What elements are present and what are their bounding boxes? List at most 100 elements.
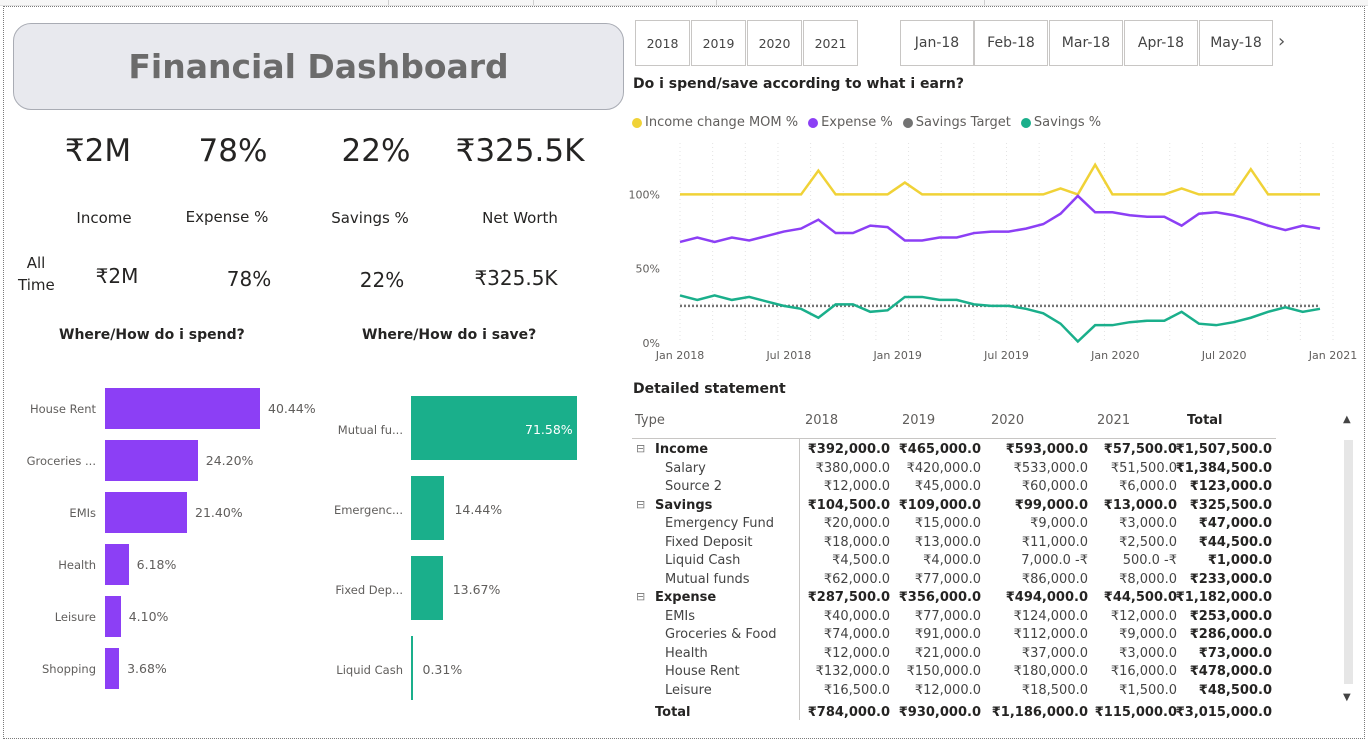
line-chart[interactable]: 0%50%100%Jan 2018 Jul 2018 Jan 2019 Jul 201… <box>620 135 1360 375</box>
cell-value: ₹112,000.0 <box>1013 627 1088 642</box>
column-header-total[interactable]: Total <box>1187 413 1223 428</box>
table-row[interactable]: ⊟ Expense ₹287,500.0 ₹356,000.0 ₹494,000.0 ₹4… <box>632 590 1277 608</box>
chevron-right-icon[interactable]: › <box>1278 31 1285 52</box>
save-bar[interactable] <box>411 476 445 540</box>
cell-value: ₹62,000.0 <box>823 571 890 587</box>
total-value: ₹784,000.0 <box>807 705 890 720</box>
total-value: ₹115,000.0 <box>1094 705 1177 720</box>
row-label: Leisure <box>665 682 712 698</box>
save-bar-value: 0.31% <box>422 662 463 677</box>
spend-bar-chart[interactable]: House Rent 40.44% Groceries ... 24.20% EMIs 2… <box>0 380 330 700</box>
cell-value: ₹12,000.0 <box>823 479 890 494</box>
spend-bar[interactable] <box>105 440 198 481</box>
cell-value: ₹86,000.0 <box>1021 571 1088 587</box>
cell-value: ₹123,000.0 <box>1189 479 1272 494</box>
cell-value: ₹4,500.0 <box>832 553 890 568</box>
table-row[interactable]: ⊟ Income ₹392,000.0 ₹465,000.0 ₹593,000.0 ₹57… <box>632 442 1277 460</box>
column-header-2021[interactable]: 2021 <box>1097 413 1130 428</box>
save-bar-chart[interactable]: Mutual fu... 71.58% Emergenc... 14.44% Fixed… <box>318 380 598 700</box>
ribbon-divider <box>716 0 717 5</box>
cell-value: ₹9,000.0 <box>1030 516 1088 531</box>
cell-value: ₹2,500.0 <box>1119 534 1177 550</box>
month-button-mar-18[interactable]: Mar-18 <box>1049 20 1123 66</box>
month-button-jan-18[interactable]: Jan-18 <box>900 20 974 66</box>
column-header-2019[interactable]: 2019 <box>902 413 935 428</box>
cell-value: ₹1,182,000.0 <box>1175 590 1272 605</box>
scroll-up-icon[interactable]: ▲ <box>1343 414 1351 425</box>
collapse-icon[interactable]: ⊟ <box>636 590 645 603</box>
table-row[interactable]: EMIs ₹40,000.0 ₹77,000.0 ₹124,000.0 ₹12,000.… <box>632 609 1277 627</box>
table-row[interactable]: Emergency Fund ₹20,000.0 ₹15,000.0 ₹9,000.0… <box>632 516 1277 534</box>
series-line-expense[interactable] <box>679 194 1321 244</box>
total-value: ₹3,015,000.0 <box>1175 705 1272 720</box>
row-label: EMIs <box>665 608 696 624</box>
legend-item[interactable]: Expense % <box>808 115 893 130</box>
cell-value: ₹1,384,500.0 <box>1175 460 1272 476</box>
table-row[interactable]: Groceries & Food ₹74,000.0 ₹91,000.0 ₹112,0… <box>632 627 1277 645</box>
table-row[interactable]: Health ₹12,000.0 ₹21,000.0 ₹37,000.0 ₹3,000.… <box>632 646 1277 664</box>
statement-header-row: Type 2018 2019 2020 2021 Total <box>632 413 1277 431</box>
save-bar-value: 13.67% <box>452 582 501 597</box>
spend-bar[interactable] <box>105 544 129 585</box>
cell-value: ₹44,500.0 <box>1198 534 1272 550</box>
legend-label: Savings % <box>1033 115 1102 130</box>
year-button-2018[interactable]: 2018 <box>635 20 690 66</box>
month-button-feb-18[interactable]: Feb-18 <box>974 20 1048 66</box>
scroll-thumb[interactable] <box>1344 440 1353 684</box>
table-row[interactable]: Source 2 ₹12,000.0 ₹45,000.0 ₹60,000.0 ₹6,00… <box>632 479 1277 497</box>
dashboard-title-box: Financial Dashboard <box>13 23 624 110</box>
cell-value: ₹12,000.0 <box>823 645 890 661</box>
collapse-icon[interactable]: ⊟ <box>636 442 645 455</box>
year-button-2019[interactable]: 2019 <box>691 20 746 66</box>
statement-scrollbar[interactable]: ▲ ▼ <box>1342 412 1356 710</box>
cell-value: ₹286,000.0 <box>1189 627 1272 642</box>
table-row[interactable]: Liquid Cash ₹4,500.0 ₹4,000.0 7,000.0 -₹ 500… <box>632 553 1277 571</box>
legend-item[interactable]: Savings Target <box>902 115 1011 130</box>
table-row[interactable]: Leisure ₹16,500.0 ₹12,000.0 ₹18,500.0 ₹1,500… <box>632 683 1277 701</box>
spend-bar[interactable] <box>105 596 121 637</box>
table-row[interactable]: Mutual funds ₹62,000.0 ₹77,000.0 ₹86,000.0 ₹… <box>632 572 1277 590</box>
month-button-may-18[interactable]: May-18 <box>1199 20 1273 66</box>
x-tick-label: Jul 2020 <box>1201 349 1247 362</box>
row-label: House Rent <box>665 664 740 679</box>
x-tick-label: Jan 2020 <box>1090 349 1139 362</box>
spend-bar-value: 21.40% <box>195 505 243 520</box>
column-header-2020[interactable]: 2020 <box>991 413 1024 428</box>
table-row[interactable]: House Rent ₹132,000.0 ₹150,000.0 ₹180,000.0… <box>632 664 1277 682</box>
save-bar-value: 71.58% <box>525 422 573 437</box>
legend-item[interactable]: Savings % <box>1020 115 1102 130</box>
cell-value: ₹73,000.0 <box>1198 645 1272 661</box>
column-header-2018[interactable]: 2018 <box>805 413 838 428</box>
table-row[interactable]: ⊟ Savings ₹104,500.0 ₹109,000.0 ₹99,000.0 ₹13… <box>632 498 1277 516</box>
series-line-income-change-mom[interactable] <box>680 162 1320 196</box>
cell-value: ₹132,000.0 <box>815 664 890 679</box>
save-bar-value: 14.44% <box>454 502 503 517</box>
cell-value: ₹40,000.0 <box>823 608 890 624</box>
row-label: Groceries & Food <box>665 627 777 642</box>
spend-bar[interactable] <box>105 388 260 429</box>
column-header-type[interactable]: Type <box>635 413 665 428</box>
spend-bar-label: EMIs <box>69 506 96 520</box>
legend-item[interactable]: Income change MOM % <box>632 115 798 130</box>
month-button-apr-18[interactable]: Apr-18 <box>1124 20 1198 66</box>
spend-bar[interactable] <box>105 648 120 689</box>
x-tick-label: Jan 2021 <box>1308 349 1357 362</box>
cell-value: ₹253,000.0 <box>1189 608 1272 624</box>
cell-value: ₹16,000.0 <box>1110 664 1177 679</box>
cell-value: ₹356,000.0 <box>898 590 981 605</box>
series-line-savings[interactable] <box>679 294 1321 344</box>
row-label: Expense <box>655 590 717 605</box>
table-row[interactable]: Salary ₹380,000.0 ₹420,000.0 ₹533,000.0 ₹51,… <box>632 461 1277 479</box>
year-button-2020[interactable]: 2020 <box>747 20 802 66</box>
save-bar[interactable] <box>411 556 443 620</box>
total-row[interactable]: Total ₹784,000.0 ₹930,000.0 ₹1,186,000.0 ₹11… <box>632 705 1277 723</box>
scroll-down-icon[interactable]: ▼ <box>1343 692 1351 703</box>
row-label: Mutual funds <box>665 571 750 587</box>
collapse-icon[interactable]: ⊟ <box>636 498 645 511</box>
spend-bar[interactable] <box>105 492 188 533</box>
year-button-2021[interactable]: 2021 <box>803 20 858 66</box>
save-bar[interactable] <box>411 636 413 700</box>
cell-value: ₹3,000.0 <box>1119 516 1177 531</box>
table-row[interactable]: Fixed Deposit ₹18,000.0 ₹13,000.0 ₹11,000.0… <box>632 535 1277 553</box>
cell-value: ₹48,500.0 <box>1198 682 1272 698</box>
